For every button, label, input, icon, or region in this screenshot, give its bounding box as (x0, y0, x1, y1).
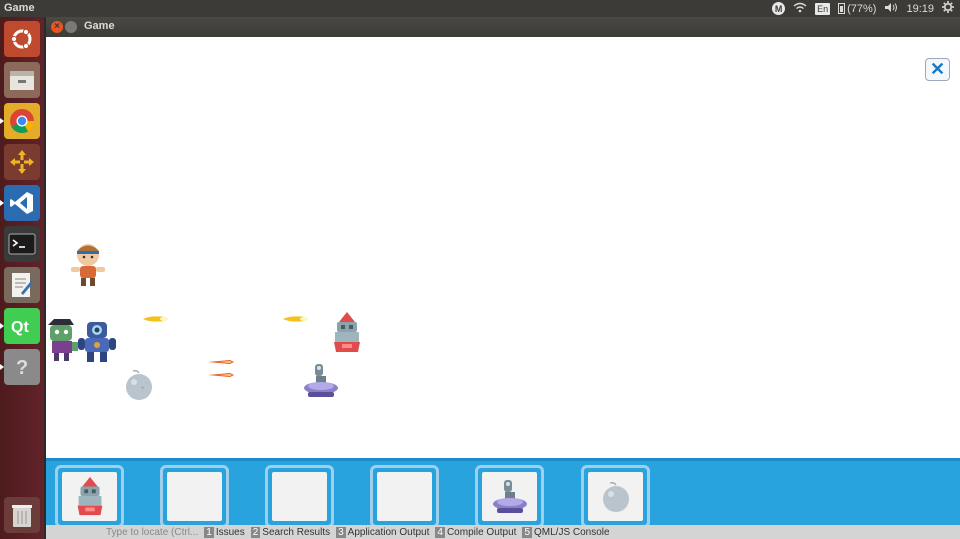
tab-number: 3 (336, 526, 346, 538)
fire-bullet (208, 360, 234, 364)
tab-number: 2 (250, 526, 261, 538)
keyboard-layout-indicator[interactable]: En (815, 2, 831, 15)
battery-indicator[interactable]: (77%) (838, 3, 876, 15)
text-editor-icon[interactable] (4, 267, 40, 303)
output-tab-search-results[interactable]: 2 Search Results (250, 526, 331, 538)
battery-percent: (77%) (847, 2, 877, 15)
clock[interactable]: 19:19 (906, 3, 934, 15)
laser-tower-icon (492, 479, 527, 513)
indicator-area: M En (77%) 19:19 (772, 0, 954, 17)
trash-icon[interactable] (4, 497, 40, 533)
locate-input[interactable]: Type to locate (Ctrl... (106, 527, 198, 538)
exit-game-button[interactable]: ✕ (925, 58, 950, 81)
vscode-icon[interactable] (0, 185, 40, 221)
tab-label: Issues (215, 526, 245, 538)
unknown-app-icon[interactable]: ? (0, 349, 40, 385)
tower-slot-empty (377, 472, 432, 521)
laser-tower[interactable] (302, 362, 340, 405)
settings-gear-icon[interactable] (942, 1, 954, 16)
tab-label: Application Output (347, 526, 430, 538)
terminal-icon[interactable] (4, 226, 40, 262)
tower-slot-3[interactable] (265, 465, 334, 528)
svg-text:+: + (141, 386, 145, 392)
chrome-icon[interactable] (0, 103, 40, 139)
output-tab-qml-console[interactable]: 5 QML/JS Console (522, 526, 610, 538)
tower-slot-content (588, 472, 643, 521)
red-turret-icon (77, 476, 102, 515)
qt-output-strip: Type to locate (Ctrl... 1 Issues 2 Search … (46, 525, 960, 539)
tower-slot-2[interactable] (160, 465, 229, 528)
mail-indicator-icon[interactable]: M (772, 2, 786, 15)
tower-slot-empty (167, 472, 222, 521)
game-playfield[interactable]: ✕ + (46, 37, 960, 458)
enemy-robot (78, 320, 116, 369)
battery-icon (838, 3, 846, 14)
enemy-hero-warrior (68, 242, 108, 293)
yellow-bullet (283, 316, 308, 322)
output-tab-application-output[interactable]: 3 Application Output (336, 526, 430, 538)
tower-slot-4[interactable] (370, 465, 439, 528)
enemy-zombie (46, 319, 78, 368)
window-minimize-button[interactable] (65, 21, 77, 33)
tab-number: 4 (435, 526, 445, 538)
ubuntu-dash-icon[interactable] (4, 21, 40, 57)
window-title: Game (84, 20, 115, 32)
tower-selection-bar (46, 458, 960, 528)
output-tab-compile-output[interactable]: 4 Compile Output (435, 526, 517, 538)
volume-icon[interactable] (884, 2, 898, 16)
tab-label: Search Results (262, 526, 331, 538)
red-turret-tower[interactable] (332, 312, 362, 359)
output-tab-issues[interactable]: 1 Issues (204, 526, 245, 538)
tower-slot-5[interactable] (475, 465, 544, 528)
bomb-icon (602, 481, 629, 512)
window-titlebar: × Game (46, 17, 960, 37)
svg-text:Qt: Qt (11, 319, 29, 336)
tower-slot-content (62, 472, 117, 521)
game-window: × Game ✕ + (46, 17, 960, 539)
tower-slot-1[interactable] (55, 465, 124, 528)
tab-number: 5 (522, 526, 532, 538)
tab-label: QML/JS Console (534, 526, 610, 538)
tab-number: 1 (204, 526, 214, 538)
tower-slot-6[interactable] (581, 465, 650, 528)
qt-creator-icon[interactable]: Qt (0, 308, 40, 344)
game-app-icon[interactable] (4, 144, 40, 180)
tab-label: Compile Output (446, 526, 517, 538)
top-panel: Game M En (77%) 19:19 (0, 0, 960, 17)
tower-slot-content (482, 472, 537, 521)
bomb-sprite: + (123, 369, 155, 406)
launcher: Qt ? (0, 17, 44, 539)
fire-bullet (208, 373, 234, 377)
svg-text:?: ? (16, 357, 28, 379)
wifi-icon[interactable] (793, 2, 807, 16)
files-icon[interactable] (4, 62, 40, 98)
tower-slot-empty (272, 472, 327, 521)
active-app-title: Game (4, 2, 35, 14)
close-icon: ✕ (929, 59, 946, 79)
window-close-button[interactable]: × (51, 21, 63, 33)
yellow-bullet (143, 316, 168, 322)
